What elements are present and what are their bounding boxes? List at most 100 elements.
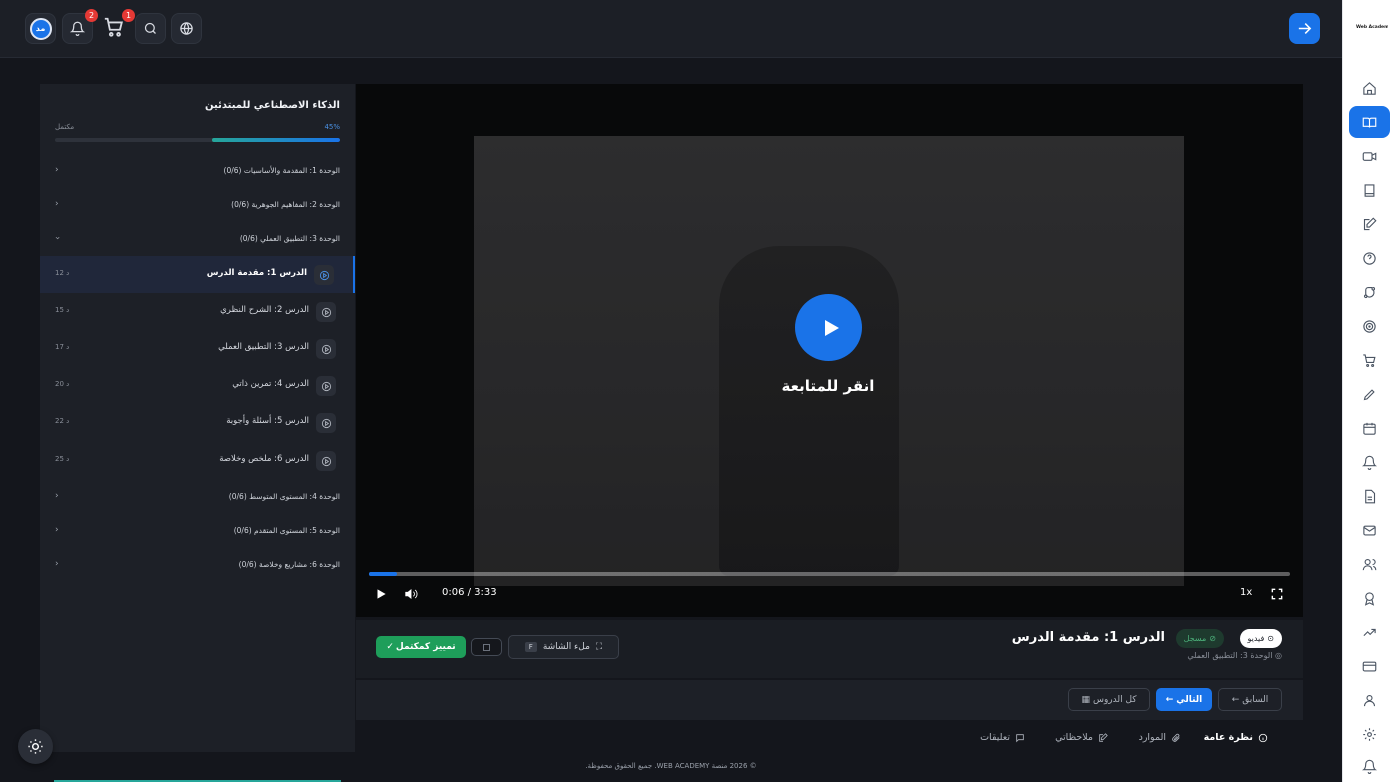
edit-icon (1099, 732, 1108, 742)
square-icon (483, 643, 490, 651)
all-lessons-button[interactable]: كل الدروس ▦ (1068, 688, 1150, 711)
notifications-badge: 2 (85, 9, 98, 22)
lesson-item[interactable]: الدرس 5: أسئلة وأجوبة 22 د (40, 404, 355, 441)
tab-overview-label: نظرة عامة (1203, 732, 1253, 743)
language-button[interactable] (171, 13, 202, 44)
video-tag-label: فيديو (1247, 634, 1265, 643)
sidebar-item-notes[interactable] (1349, 378, 1390, 410)
sidebar-item-library[interactable] (1349, 174, 1390, 206)
video-tag: ⊙ فيديو (1239, 629, 1282, 648)
lesson-item[interactable]: الدرس 2: الشرح النظري 15 د (40, 293, 355, 330)
sidebar-item-alerts[interactable] (1349, 446, 1390, 478)
sidebar-item-messages[interactable] (1349, 514, 1390, 546)
users-icon (1362, 558, 1377, 570)
play-control[interactable] (374, 586, 388, 602)
bell-icon (1362, 759, 1377, 774)
sidebar-item-paths[interactable] (1349, 276, 1390, 308)
enrolled-tag: ⊘ مسجل (1175, 629, 1224, 648)
lesson-title: الدرس 5: أسئلة وأجوبة (226, 416, 309, 426)
sidebar-item-billing[interactable] (1349, 650, 1390, 682)
fullscreen-label: ملء الشاشة (542, 642, 590, 652)
book-open-icon (1362, 117, 1377, 128)
lesson-item[interactable]: الدرس 3: التطبيق العملي 17 د (40, 330, 355, 367)
play-circle-icon (316, 376, 336, 396)
unit-title: الوحدة 3: التطبيق العملي (0/6) (239, 234, 340, 243)
sidebar-item-analytics[interactable] (1349, 616, 1390, 648)
unit-breadcrumb: ◎ الوحدة 3: التطبيق العملي (1187, 651, 1282, 660)
course-outline-panel: الذكاء الاصطناعي للمبتدئين مكتمل 45% الو… (40, 84, 355, 752)
tab-comments-label: تعليقات (980, 732, 1010, 743)
bell-icon (70, 21, 85, 36)
sidebar-item-community[interactable] (1349, 548, 1390, 580)
chevron-left-icon: › (55, 491, 59, 501)
enrolled-tag-label: مسجل (1183, 634, 1207, 643)
lesson-tabs: نظرة عامة الموارد ملاحظاتي تعليقات (356, 722, 1303, 754)
tab-my-notes[interactable]: ملاحظاتي (1055, 732, 1108, 743)
sidebar-item-assignments[interactable] (1349, 208, 1390, 240)
sidebar-item-store[interactable] (1349, 344, 1390, 376)
sidebar-item-courses[interactable] (1349, 106, 1390, 138)
unit-item[interactable]: الوحدة 4: المستوى المتوسط (0/6) › (40, 480, 355, 514)
sidebar-item-profile[interactable] (1349, 684, 1390, 716)
playback-speed[interactable]: 1x (1240, 587, 1252, 598)
calendar-icon (1363, 422, 1376, 435)
sidebar-item-notifications[interactable] (1349, 750, 1390, 782)
user-avatar-button[interactable]: مد (25, 13, 56, 44)
play-circle-icon (316, 302, 336, 322)
mark-complete-button[interactable]: تمييز كمكتمل ✓ (376, 636, 466, 658)
unit-item[interactable]: الوحدة 3: التطبيق العملي (0/6) › (40, 222, 355, 256)
next-label: التالي (1176, 694, 1203, 705)
volume-control[interactable] (404, 586, 418, 602)
lesson-title: الدرس 3: التطبيق العملي (218, 342, 309, 352)
tab-resources[interactable]: الموارد (1139, 732, 1181, 743)
fullscreen-control[interactable] (1270, 586, 1284, 602)
sidebar-item-calendar[interactable] (1349, 412, 1390, 444)
play-icon (377, 589, 386, 599)
unit-item[interactable]: الوحدة 5: المستوى المتقدم (0/6) › (40, 514, 355, 548)
cart-icon (1363, 353, 1376, 367)
video-seek-bar[interactable] (369, 572, 1290, 576)
lesson-duration: 25 د (55, 455, 70, 463)
previous-button[interactable]: السابق ← (1218, 688, 1282, 711)
unit-title: الوحدة 4: المستوى المتوسط (0/6) (228, 492, 340, 501)
arrow-left-icon: ← (1231, 694, 1240, 705)
notifications-button[interactable]: 2 (62, 9, 98, 44)
lesson-item[interactable]: الدرس 4: تمرين ذاتي 20 د (40, 367, 355, 404)
sidebar-item-quizzes[interactable] (1349, 242, 1390, 274)
lesson-item[interactable]: الدرس 1: مقدمة الدرس 12 د (40, 256, 355, 293)
theme-toggle-button[interactable] (18, 729, 53, 764)
back-button[interactable] (1289, 13, 1320, 44)
video-player[interactable]: انقر للمتابعة 0:06 / 3:33 1x (356, 84, 1303, 617)
cart-button[interactable]: 1 (103, 9, 135, 40)
bookmark-button[interactable] (471, 638, 502, 656)
unit-item[interactable]: الوحدة 2: المفاهيم الجوهرية (0/6) › (40, 188, 355, 222)
git-branch-icon (1363, 286, 1376, 298)
top-bar: مد 2 1 (0, 0, 1342, 58)
sidebar-item-home[interactable] (1349, 72, 1390, 104)
cart-icon (104, 17, 123, 37)
fullscreen-button[interactable]: ⛶ ملء الشاشة F (508, 635, 619, 659)
sidebar-item-goals[interactable] (1349, 310, 1390, 342)
unit-item[interactable]: الوحدة 1: المقدمة والأساسيات (0/6) › (40, 154, 355, 188)
tab-overview[interactable]: نظرة عامة (1204, 732, 1268, 743)
tab-comments[interactable]: تعليقات (980, 732, 1025, 743)
course-title: الذكاء الاصطناعي للمبتدئين (205, 100, 340, 111)
lesson-duration: 15 د (55, 306, 70, 314)
play-icon (824, 319, 839, 336)
unit-title: الوحدة 2: المفاهيم الجوهرية (0/6) (231, 200, 340, 209)
next-button[interactable]: التالي ← (1156, 688, 1212, 711)
play-button[interactable] (795, 294, 862, 361)
bell-icon (1362, 455, 1377, 470)
sidebar-item-live[interactable] (1349, 140, 1390, 172)
arrow-left-icon: ← (1165, 694, 1174, 705)
fullscreen-shortcut: F (524, 642, 537, 652)
progress-percent: 45% (324, 123, 340, 131)
lesson-item[interactable]: الدرس 6: ملخص وخلاصة 25 د (40, 442, 355, 479)
search-icon (144, 22, 156, 34)
search-button[interactable] (135, 13, 166, 44)
sidebar-item-certificates[interactable] (1349, 582, 1390, 614)
sidebar-item-settings[interactable] (1349, 718, 1390, 750)
sidebar-item-documents[interactable] (1349, 480, 1390, 512)
play-circle-icon: ⊙ (1267, 634, 1274, 643)
unit-item[interactable]: الوحدة 6: مشاريع وخلاصة (0/6) › (40, 548, 355, 582)
